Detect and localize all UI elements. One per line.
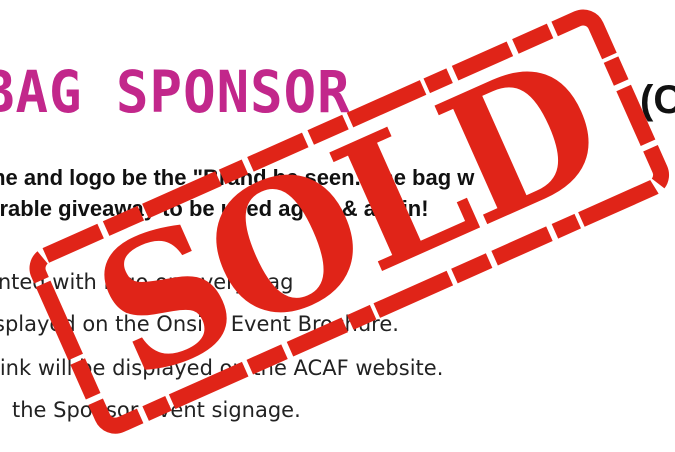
- price-label: (C: [640, 78, 675, 122]
- sponsor-page: BAG SPONSOR (C me and logo be the "Brand…: [0, 0, 675, 452]
- intro-text-line-2: orable giveaway to be used again & again…: [0, 196, 429, 221]
- benefit-item: the Sponsor event signage.: [12, 398, 301, 422]
- benefit-item: splayed on the Onsite Event Brochure.: [0, 312, 399, 336]
- benefit-item: link will be displayed on the ACAF websi…: [0, 356, 444, 380]
- page-title: BAG SPONSOR: [0, 58, 351, 127]
- intro-text-line-1: me and logo be the "Brand be seen. The b…: [0, 165, 475, 190]
- benefit-item: inted with logo on every bag: [0, 270, 294, 294]
